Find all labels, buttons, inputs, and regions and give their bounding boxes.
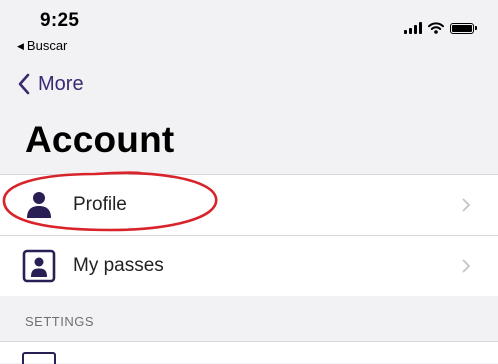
my-passes-row[interactable]: My passes — [0, 235, 498, 296]
chevron-right-icon — [462, 259, 470, 273]
pass-card-icon — [22, 249, 56, 283]
back-to-app-link[interactable]: ◀ Buscar — [17, 38, 67, 53]
battery-icon — [450, 22, 477, 34]
wifi-icon — [428, 22, 444, 34]
profile-row[interactable]: Profile — [0, 175, 498, 235]
status-bar: 9:25 ◀ Buscar — [0, 0, 498, 58]
settings-list — [0, 341, 498, 363]
my-passes-label: My passes — [73, 255, 164, 276]
back-button[interactable]: More — [16, 72, 84, 96]
settings-item-icon — [22, 352, 56, 364]
page-title: Account — [25, 119, 175, 160]
profile-label: Profile — [73, 194, 127, 215]
back-triangle-icon: ◀ — [17, 41, 24, 51]
back-to-app-label: Buscar — [26, 38, 68, 53]
account-list: Profile My passes — [0, 174, 498, 296]
settings-section-header: SETTINGS — [25, 314, 95, 329]
chevron-right-icon — [462, 198, 470, 212]
signal-icon — [404, 22, 422, 34]
person-icon — [27, 192, 51, 218]
back-button-label: More — [38, 72, 84, 95]
status-time: 9:25 — [40, 10, 80, 31]
status-icons — [404, 22, 477, 34]
chevron-left-icon — [18, 73, 30, 95]
